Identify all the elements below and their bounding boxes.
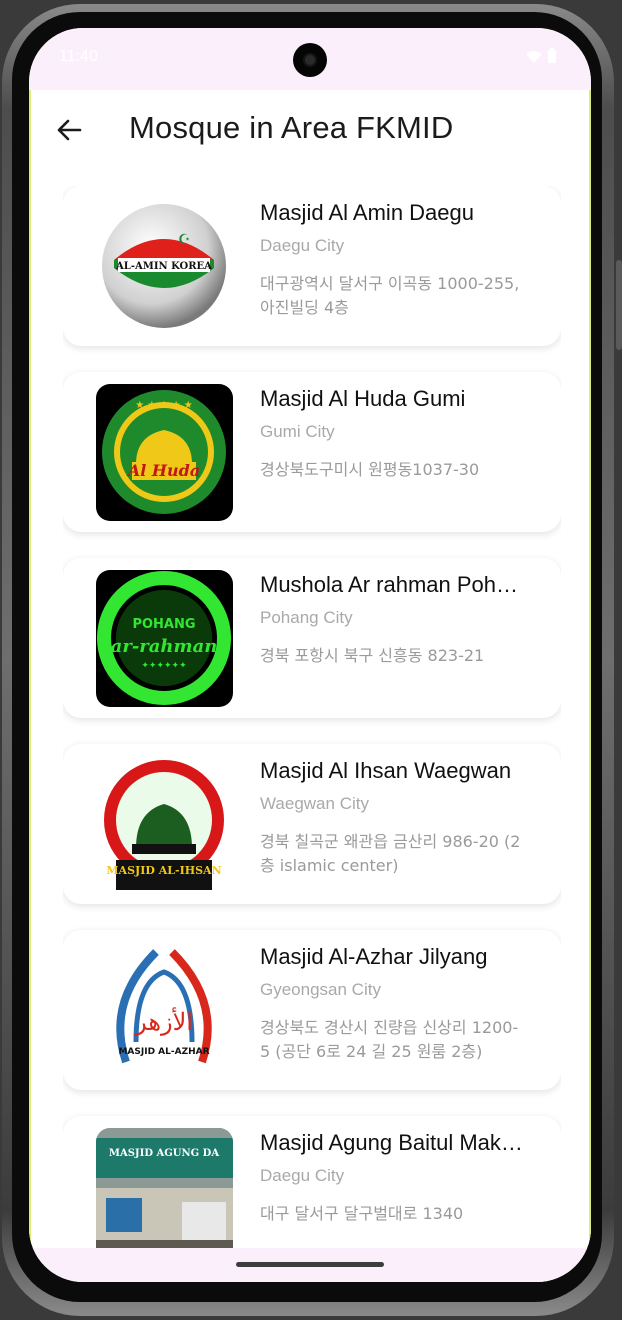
ar-rahman-logo-icon: POHANG ar-rahman ✦✦✦✦✦✦ xyxy=(97,571,231,705)
mosque-address: 경북 칠곡군 왜관읍 금산리 986-20 (2층 islamic center… xyxy=(260,832,521,875)
mosque-card[interactable]: Al Huda ★ ★ ★ ★ ★ Masjid Al Huda Gumi Gu… xyxy=(63,372,561,532)
mosque-card[interactable]: الأزهر MASJID AL-AZHAR Masjid Al-Azhar J… xyxy=(63,930,561,1090)
mosque-name: Masjid Al-Azhar Jilyang xyxy=(260,944,488,969)
status-time: 11:40 xyxy=(59,48,98,65)
svg-text:★ ★ ★ ★ ★: ★ ★ ★ ★ ★ xyxy=(135,400,193,411)
mosque-address: 대구 달서구 달구벌대로 1340 xyxy=(260,1204,464,1223)
svg-text:☪: ☪ xyxy=(178,232,191,248)
logo-text: POHANG xyxy=(132,617,195,632)
logo-text: MASJID AL-AZHAR xyxy=(118,1047,209,1057)
status-bar: 11:40 xyxy=(29,28,591,90)
app-content: Mosque in Area FKMID AL-AMIN KOREA ☪ Mas… xyxy=(29,90,591,1282)
mosque-card[interactable]: POHANG ar-rahman ✦✦✦✦✦✦ Mushola Ar rahma… xyxy=(63,558,561,718)
mosque-name: Masjid Al Amin Daegu xyxy=(260,200,474,225)
mosque-logo: MASJID AL-IHSAN xyxy=(96,756,233,893)
al-ihsan-logo-icon: MASJID AL-IHSAN xyxy=(104,760,224,890)
mosque-logo: AL-AMIN KOREA ☪ xyxy=(96,198,233,335)
al-azhar-logo-icon: الأزهر MASJID AL-AZHAR xyxy=(116,949,212,1064)
arrow-left-icon xyxy=(57,119,82,141)
mosque-name: Mushola Ar rahman Pohang xyxy=(260,572,530,597)
svg-text:✦✦✦✦✦✦: ✦✦✦✦✦✦ xyxy=(141,661,187,671)
logo-text: MASJID AGUNG DA xyxy=(109,1148,219,1159)
logo-text: AL-AMIN KOREA xyxy=(115,261,212,272)
mosque-logo: Al Huda ★ ★ ★ ★ ★ xyxy=(96,384,233,521)
al-amin-logo-icon: AL-AMIN KOREA ☪ xyxy=(102,204,226,328)
mosque-city: Daegu City xyxy=(260,236,345,255)
app-bar: Mosque in Area FKMID xyxy=(31,90,589,170)
mosque-city: Gumi City xyxy=(260,422,335,441)
camera-lens xyxy=(305,55,315,65)
battery-icon xyxy=(548,48,556,63)
page-title: Mosque in Area FKMID xyxy=(129,110,454,145)
mosque-logo: الأزهر MASJID AL-AZHAR xyxy=(96,942,233,1079)
mosque-address: 경북 포항시 북구 신흥동 823-21 xyxy=(260,646,485,665)
logo-text: MASJID AL-IHSAN xyxy=(106,864,221,877)
wifi-icon xyxy=(525,51,542,63)
mosque-list[interactable]: AL-AMIN KOREA ☪ Masjid Al Amin Daegu Dae… xyxy=(63,186,561,1276)
mosque-logo: POHANG ar-rahman ✦✦✦✦✦✦ xyxy=(96,570,233,707)
mosque-city: Pohang City xyxy=(260,608,353,627)
agung-baitul-photo-icon: MASJID AGUNG DA xyxy=(96,1128,233,1265)
status-indicators xyxy=(525,48,557,68)
mosque-address: 대구광역시 달서구 이곡동 1000-255, 아진빌딩 4층 xyxy=(260,274,520,317)
device-screen: 11:40 Mosque in Area FKMID AL-AMIN KOREA… xyxy=(29,28,591,1282)
mosque-city: Daegu City xyxy=(260,1166,345,1185)
mosque-city: Gyeongsan City xyxy=(260,980,381,999)
al-huda-logo-icon: Al Huda ★ ★ ★ ★ ★ xyxy=(102,390,226,514)
mosque-address: 경상북도 경산시 진량읍 신상리 1200-5 (공단 6로 24 길 25 원… xyxy=(260,1018,519,1061)
mosque-name: Masjid Al Huda Gumi xyxy=(260,386,466,411)
mosque-city: Waegwan City xyxy=(260,794,369,813)
svg-text:الأزهر: الأزهر xyxy=(134,1006,193,1036)
mosque-card[interactable]: AL-AMIN KOREA ☪ Masjid Al Amin Daegu Dae… xyxy=(63,186,561,346)
power-button xyxy=(616,260,622,350)
svg-text:ar-rahman: ar-rahman xyxy=(111,636,218,657)
mosque-name: Masjid Al Ihsan Waegwan xyxy=(260,758,512,783)
logo-text: Al Huda xyxy=(126,461,200,480)
back-button[interactable] xyxy=(47,108,91,152)
front-camera xyxy=(293,43,327,77)
gesture-handle[interactable] xyxy=(236,1262,384,1267)
mosque-card[interactable]: MASJID AL-IHSAN Masjid Al Ihsan Waegwan … xyxy=(63,744,561,904)
mosque-logo: MASJID AGUNG DA xyxy=(96,1128,233,1265)
mosque-name: Masjid Agung Baitul Makmur xyxy=(260,1130,530,1155)
mosque-address: 경상북도구미시 원평동1037-30 xyxy=(260,460,480,479)
